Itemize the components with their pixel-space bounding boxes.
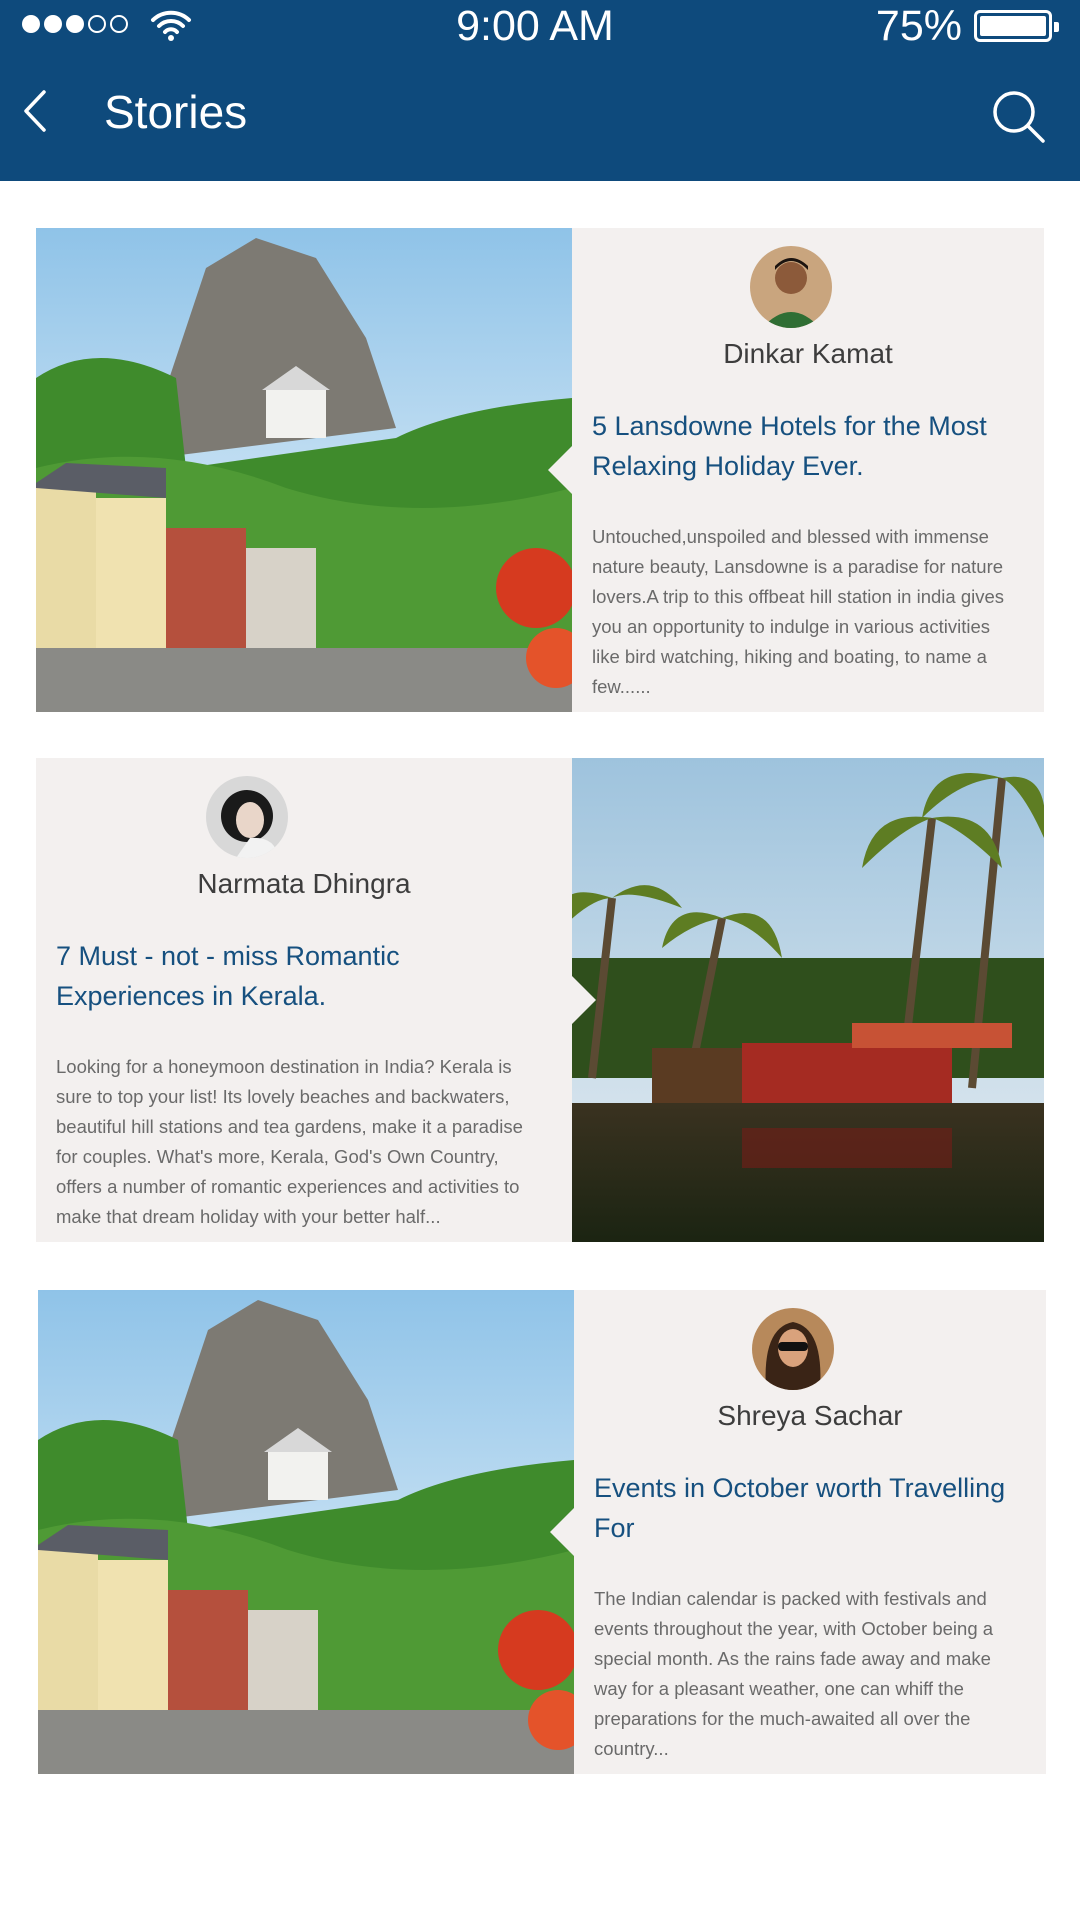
story-card[interactable]: Narmata Dhingra 7 Must - not - miss Roma… [36,758,1044,1242]
status-bar: 9:00 AM 75% [0,0,1080,50]
author-avatar[interactable] [750,246,832,328]
story-excerpt: The Indian calendar is packed with festi… [594,1588,994,1759]
back-chevron-icon[interactable] [20,88,52,134]
author-name: Dinkar Kamat [723,338,893,369]
story-excerpt: Looking for a honeymoon destination in I… [56,1056,523,1227]
app-header: 9:00 AM 75% Stories [0,0,1080,181]
page-title: Stories [104,86,248,138]
story-excerpt: Untouched,unspoiled and blessed with imm… [592,526,1005,697]
author-avatar[interactable] [206,776,288,858]
author-name: Narmata Dhingra [197,868,411,899]
story-card[interactable]: Shreya Sachar Events in October worth Tr… [38,1290,1046,1774]
story-content: Shreya Sachar Events in October worth Tr… [574,1290,1046,1774]
author-name: Shreya Sachar [717,1400,903,1431]
story-image-hill-town[interactable] [36,228,572,712]
battery-percent: 75% [875,2,962,50]
story-card[interactable]: Dinkar Kamat 5 Lansdowne Hotels for the … [36,228,1044,712]
author-avatar[interactable] [752,1308,834,1390]
story-title[interactable]: 5 Lansdowne Hotels for the Most Relaxing… [592,406,1014,486]
story-title[interactable]: Events in October worth Travelling For [594,1468,1016,1548]
story-content: Narmata Dhingra 7 Must - not - miss Roma… [36,758,572,1242]
story-content: Dinkar Kamat 5 Lansdowne Hotels for the … [572,228,1044,712]
story-image-hill-town[interactable] [38,1290,574,1774]
story-title[interactable]: 7 Must - not - miss Romantic Experiences… [56,936,542,1016]
battery-icon [974,10,1059,42]
search-icon[interactable] [990,88,1048,146]
story-image-kerala-backwaters[interactable] [572,758,1044,1242]
